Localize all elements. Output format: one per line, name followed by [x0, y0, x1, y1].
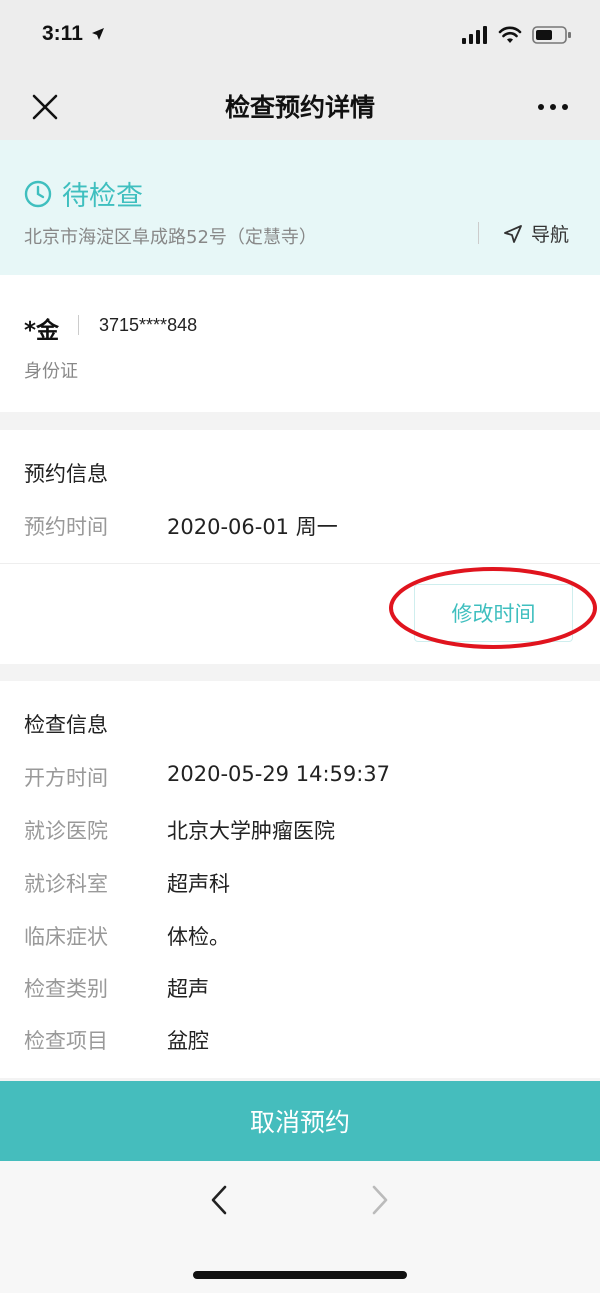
exam-row-value: 超声科	[167, 872, 230, 896]
patient-id-type: 身份证	[24, 361, 78, 382]
exam-row-label: 开方时间	[24, 766, 108, 790]
cancel-appointment-button[interactable]: 取消预约	[0, 1081, 600, 1161]
appointment-time-label: 预约时间	[24, 515, 108, 539]
exam-row-value: 超声	[167, 977, 209, 1001]
exam-row-value: 2020-05-29 14:59:37	[167, 762, 391, 786]
more-icon[interactable]	[536, 96, 570, 118]
status-time: 3:11	[42, 22, 105, 46]
location-arrow-icon	[91, 28, 104, 41]
navigate-icon	[504, 224, 522, 243]
exam-row-value: 北京大学肿瘤医院	[167, 819, 335, 843]
appointment-time-value: 2020-06-01 周一	[167, 515, 338, 539]
patient-id-number: 3715****848	[99, 315, 198, 335]
appointment-section: 预约信息 预约时间 2020-06-01 周一	[0, 430, 600, 563]
exam-row-label: 就诊科室	[24, 872, 108, 896]
address-text: 北京市海淀区阜成路52号（定慧寺）	[24, 227, 317, 248]
exam-row-label: 检查项目	[24, 1029, 108, 1053]
status-card: 待检查 北京市海淀区阜成路52号（定慧寺） 导航	[0, 140, 600, 275]
patient-name: *金	[24, 318, 60, 344]
divider	[78, 315, 79, 335]
nav-bar: 检查预约详情	[0, 72, 600, 140]
modify-time-button[interactable]: 修改时间	[414, 584, 573, 642]
wifi-icon	[498, 26, 522, 43]
modify-area: 修改时间	[0, 564, 600, 664]
status-icons	[462, 24, 572, 46]
navigate-button[interactable]: 导航	[503, 220, 569, 247]
exam-row-value: 体检。	[167, 925, 230, 949]
forward-arrow-icon[interactable]	[364, 1183, 394, 1217]
browser-toolbar	[0, 1161, 600, 1293]
divider	[478, 222, 479, 244]
status-time-text: 3:11	[42, 22, 83, 45]
back-arrow-icon[interactable]	[205, 1183, 235, 1217]
exam-row-label: 临床症状	[24, 925, 108, 949]
exam-row-value: 盆腔	[167, 1029, 209, 1053]
status-text: 待检查	[62, 181, 143, 212]
exam-row-label: 就诊医院	[24, 819, 108, 843]
battery-icon	[532, 26, 571, 44]
appointment-section-title: 预约信息	[24, 462, 108, 486]
clock-icon	[24, 180, 52, 207]
status-indicator: 待检查	[24, 174, 143, 213]
page-title: 检查预约详情	[224, 93, 375, 122]
exam-section-title: 检查信息	[24, 713, 108, 737]
exam-section: 检查信息 开方时间 2020-05-29 14:59:37 就诊医院 北京大学肿…	[0, 681, 600, 1078]
status-bar: 3:11	[0, 0, 600, 72]
signal-icon	[462, 26, 487, 44]
home-indicator	[193, 1271, 407, 1279]
patient-card: *金 3715****848 身份证	[0, 275, 600, 412]
exam-row-label: 检查类别	[24, 977, 108, 1001]
navigate-label: 导航	[531, 224, 570, 246]
